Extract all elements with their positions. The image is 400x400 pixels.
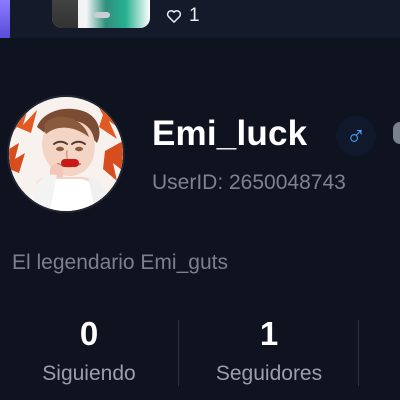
post-thumbnail[interactable] xyxy=(52,0,150,28)
following-count: 0 xyxy=(79,315,99,352)
likes-count: 1 xyxy=(189,5,200,26)
profile-bio: El legendario Emi_guts xyxy=(12,251,228,274)
avatar-illustration xyxy=(9,97,123,211)
heart-outline-icon xyxy=(166,10,182,23)
followers-label: Seguidores xyxy=(215,362,323,385)
profile-stats: 0 Siguiendo 1 Seguidores xyxy=(0,314,400,400)
gender-badge: ♂ xyxy=(336,116,376,156)
top-accent-bar xyxy=(0,0,10,38)
male-icon: ♂ xyxy=(345,119,367,150)
avatar[interactable] xyxy=(9,97,123,211)
following-stat[interactable]: 0 Siguiendo xyxy=(0,314,178,386)
stats-divider xyxy=(358,320,359,386)
followers-stat[interactable]: 1 Seguidores xyxy=(180,314,358,386)
partial-status-indicator xyxy=(393,122,400,144)
user-id: UserID: 2650048743 xyxy=(152,171,346,194)
stats-divider xyxy=(178,320,179,386)
thumbnail-mark xyxy=(94,12,110,18)
thumbnail-shade xyxy=(52,0,78,28)
profile-username: Emi_luck xyxy=(152,114,308,153)
following-label: Siguiendo xyxy=(42,362,136,385)
top-strip: 1 xyxy=(0,0,400,38)
followers-count: 1 xyxy=(259,315,279,352)
like-stat[interactable]: 1 xyxy=(165,6,200,26)
